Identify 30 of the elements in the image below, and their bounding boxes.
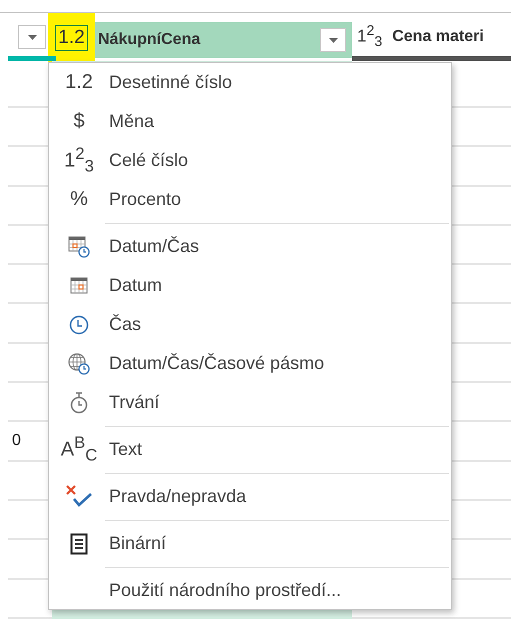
type-icon: $ — [73, 110, 85, 133]
menu-item[interactable]: Datum/Čas/Časové pásmo — [49, 344, 451, 383]
caret-icon — [28, 34, 36, 40]
cross-check-icon — [65, 484, 93, 510]
menu-item[interactable]: Použití národního prostředí... — [49, 571, 451, 610]
menu-item[interactable]: % Procento — [49, 180, 451, 219]
calendar-clock-icon — [68, 236, 90, 258]
menu-item[interactable]: 1.2 Desetinné číslo — [49, 63, 451, 102]
clock-icon — [69, 314, 89, 334]
menu-item[interactable]: Binární — [49, 524, 451, 563]
caret-icon — [328, 38, 338, 42]
stopwatch-icon — [70, 392, 88, 414]
globe-clock-icon — [68, 352, 90, 374]
column-filter-button[interactable] — [18, 25, 46, 49]
column-name: Cena materi — [392, 28, 484, 46]
column-header[interactable]: 1$^{2}$$_{3}$ Cena materi — [352, 13, 511, 61]
menu-item[interactable]: Trvání — [49, 383, 451, 422]
column-header[interactable]: NákupníCena — [95, 22, 352, 58]
menu-item[interactable]: $ Měna — [49, 102, 451, 141]
menu-item[interactable]: Pravda/nepravda — [49, 477, 451, 516]
type-icon: % — [70, 188, 88, 211]
menu-item[interactable]: Datum/Čas — [49, 227, 451, 266]
column-type-button[interactable]: 1.2 — [55, 25, 88, 51]
calendar-icon — [70, 277, 88, 294]
column-name: NákupníCena — [98, 31, 200, 49]
menu-item[interactable]: Čas — [49, 305, 451, 344]
column-filter-button[interactable] — [320, 28, 346, 52]
document-icon — [70, 532, 88, 554]
type-icon: 1.2 — [65, 71, 93, 94]
menu-item[interactable]: Datum — [49, 266, 451, 305]
